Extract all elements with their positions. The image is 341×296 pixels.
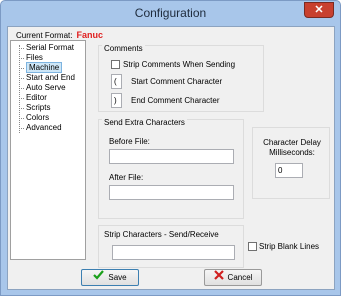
title-bar[interactable]: Configuration ✕	[1, 1, 340, 26]
before-file-label: Before File:	[109, 137, 150, 146]
close-icon: ✕	[314, 4, 324, 16]
comments-group-title: Comments	[102, 44, 145, 53]
strip-characters-input[interactable]	[112, 245, 235, 260]
current-format-label: Current Format:	[16, 31, 73, 40]
character-delay-label-2: Milliseconds:	[269, 148, 315, 157]
current-format-value: Fanuc	[76, 30, 103, 40]
tree-item-auto-serve[interactable]: Auto Serve	[19, 83, 66, 93]
configuration-window: Configuration ✕ Current Format: Fanuc Ser…	[0, 0, 341, 296]
start-comment-input[interactable]: (	[111, 74, 122, 89]
cancel-x-icon	[213, 270, 224, 285]
close-button[interactable]: ✕	[304, 2, 334, 18]
tree-item-start-and-end[interactable]: Start and End	[19, 73, 75, 83]
settings-tree[interactable]: Serial Format Files Machine Start and En…	[10, 40, 86, 260]
character-delay-input[interactable]: 0	[275, 163, 303, 178]
extra-characters-group: Send Extra Characters Before File: After…	[98, 118, 244, 219]
window-title: Configuration	[134, 6, 207, 20]
end-comment-input[interactable]: )	[111, 93, 122, 108]
save-button[interactable]: Save	[81, 269, 139, 286]
strip-blank-lines-label: Strip Blank Lines	[259, 242, 320, 251]
tree-item-serial-format[interactable]: Serial Format	[19, 43, 74, 53]
start-comment-label: Start Comment Character	[131, 77, 223, 86]
tree-item-colors[interactable]: Colors	[19, 113, 49, 123]
character-delay-label-1: Character Delay	[263, 138, 321, 147]
after-file-label: After File:	[109, 173, 144, 182]
comments-group: Comments Strip Comments When Sending ( S…	[98, 44, 264, 112]
checkmark-icon	[93, 270, 105, 285]
strip-characters-title: Strip Characters - Send/Receive	[102, 230, 221, 239]
strip-comments-label: Strip Comments When Sending	[123, 60, 236, 69]
tree-item-machine[interactable]: Machine	[19, 62, 63, 73]
cancel-button-label: Cancel	[227, 273, 253, 282]
strip-comments-checkbox[interactable]	[111, 60, 120, 69]
after-file-input[interactable]	[109, 185, 234, 200]
extra-characters-title: Send Extra Characters	[102, 118, 187, 127]
tree-item-editor[interactable]: Editor	[19, 93, 47, 103]
tree-item-scripts[interactable]: Scripts	[19, 103, 50, 113]
before-file-input[interactable]	[109, 149, 234, 164]
tree-item-advanced[interactable]: Advanced	[19, 123, 62, 133]
current-format-row: Current Format: Fanuc	[16, 30, 103, 40]
dialog-client: Current Format: Fanuc Serial Format Files…	[7, 26, 335, 290]
end-comment-label: End Comment Character	[131, 96, 220, 105]
strip-blank-lines-checkbox[interactable]	[248, 242, 257, 251]
save-button-label: Save	[108, 273, 127, 282]
strip-characters-group: Strip Characters - Send/Receive	[98, 225, 244, 268]
cancel-button[interactable]: Cancel	[204, 269, 262, 286]
character-delay-group: Character Delay Milliseconds: 0	[252, 127, 330, 199]
